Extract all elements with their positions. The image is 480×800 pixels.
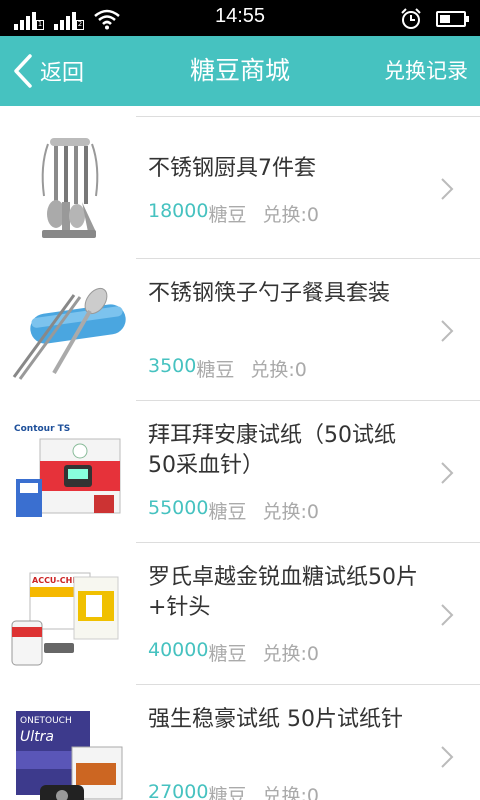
brand-logo-text: Contour TS [14,424,70,434]
product-price: 3500 [148,355,197,377]
product-name: 不锈钢厨具7件套 [148,156,316,181]
brand-logo-text: ONETOUCH [20,716,72,726]
product-meta: 18000 糖豆 兑换:0 [148,200,319,227]
alarm-icon [401,8,421,29]
product-name: 强生稳豪试纸 50片试纸针 [148,707,403,732]
product-unit: 糖豆 [208,204,247,226]
product-unit: 糖豆 [208,501,247,523]
product-price: 55000 [148,497,209,519]
product-list: 不锈钢厨具7件套 18000 糖豆 兑换:0 不锈钢筷子勺子餐具套装 3500 … [0,106,480,800]
exchange-count: 兑换:0 [262,204,319,226]
list-item[interactable]: Contour TS 拜耳拜安康试纸（50试纸 50采血针） 55000 糖豆 … [0,401,480,543]
list-item[interactable]: ONETOUCH Ultra 强生稳豪试纸 50片试纸针 27000 糖豆 兑换… [0,685,480,800]
chopsticks-spoon-set-icon [12,287,126,380]
product-unit: 糖豆 [208,785,247,800]
onetouch-ultra-test-strips-box-icon: ONETOUCH Ultra [16,711,123,800]
chevron-right-icon [441,746,454,768]
brand-logo-text: Ultra [20,729,54,745]
product-price: 18000 [148,200,209,222]
app-header: 返回 糖豆商城 兑换记录 [0,36,480,106]
status-bar: 1 2 14:55 [0,0,480,36]
product-price: 27000 [148,781,209,800]
product-meta: 40000 糖豆 兑换:0 [148,639,319,666]
chevron-right-icon [441,604,454,626]
chevron-right-icon [441,320,454,342]
accu-chek-test-strips-box-icon: ACCU-CHEK [11,572,119,666]
product-price: 40000 [148,639,209,661]
exchange-record-button[interactable]: 兑换记录 [384,36,468,106]
product-unit: 糖豆 [196,359,235,381]
list-item[interactable]: ACCU-CHEK 罗氏卓越金锐血糖试纸50片+针头 40000 糖豆 兑换:0 [0,543,480,685]
exchange-count: 兑换:0 [262,785,319,800]
product-meta: 55000 糖豆 兑换:0 [148,497,319,524]
exchange-count: 兑换:0 [262,643,319,665]
list-item[interactable]: 不锈钢厨具7件套 18000 糖豆 兑换:0 [0,106,480,259]
product-name: 拜耳拜安康试纸（50试纸 50采血针） [148,423,396,478]
list-item[interactable]: 不锈钢筷子勺子餐具套装 3500 糖豆 兑换:0 [0,259,480,401]
product-meta: 27000 糖豆 兑换:0 [148,781,319,800]
divider [136,116,480,117]
product-name: 不锈钢筷子勺子餐具套装 [148,281,391,306]
product-name: 罗氏卓越金锐血糖试纸50片+针头 [148,565,418,620]
chevron-right-icon [441,178,454,200]
product-meta: 3500 糖豆 兑换:0 [148,355,307,382]
exchange-count: 兑换:0 [262,501,319,523]
product-unit: 糖豆 [208,643,247,665]
chevron-right-icon [441,462,454,484]
kitchen-utensil-set-icon [41,138,99,238]
battery-icon [436,11,469,27]
exchange-count: 兑换:0 [250,359,307,381]
contour-ts-test-strips-box-icon: Contour TS [14,424,121,517]
